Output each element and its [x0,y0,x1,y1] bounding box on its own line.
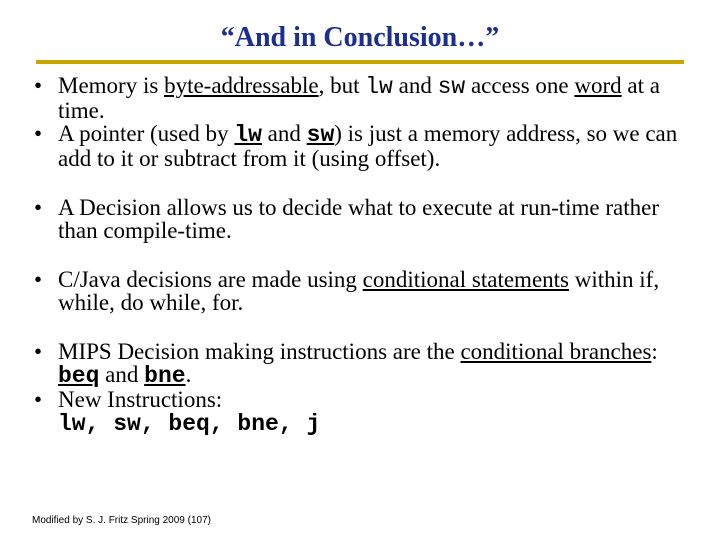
text: A Decision allows us to decide what to e… [58,195,659,243]
bullet-3: A Decision allows us to decide what to e… [28,196,692,242]
code-sw: sw [438,74,466,100]
spacer [28,242,692,268]
code-lw: lw [234,122,262,148]
code-lw: lw [365,74,393,100]
bullet-1: Memory is byte-addressable, but lw and s… [28,74,692,122]
text: and [393,73,438,98]
text: Memory is [58,73,164,98]
bullet-5: MIPS Decision making instructions are th… [28,340,692,388]
spacer [28,170,692,196]
bullet-list: Memory is byte-addressable, but lw and s… [28,74,692,436]
divider-rule [36,60,684,64]
slide: “And in Conclusion…” Memory is byte-addr… [0,0,720,540]
code-instruction-list: lw, sw, beq, bne, j [58,411,692,436]
text: , but [319,73,366,98]
text: and [99,362,144,387]
code-bne: bne [144,363,185,389]
rule-wrap [36,60,684,64]
spacer [28,314,692,340]
bullet-2: A pointer (used by lw and sw) is just a … [28,122,692,170]
text: access one [465,73,574,98]
code-sw: sw [307,122,335,148]
underline-conditional-branches: conditional branches [460,339,651,364]
underline-word: word [574,73,621,98]
bullet-6: New Instructions: lw, sw, beq, bne, j [28,388,692,436]
text: C/Java decisions are made using [58,267,363,292]
slide-title: “And in Conclusion…” [28,22,692,54]
text: . [186,362,192,387]
text: MIPS Decision making instructions are th… [58,339,460,364]
text: A pointer (used by [58,121,234,146]
text: : [651,339,657,364]
underline-byte-addressable: byte-addressable [164,73,319,98]
bullet-4: C/Java decisions are made using conditio… [28,268,692,314]
text: New Instructions: [58,387,222,412]
text: and [262,121,307,146]
footer-credit: Modified by S. J. Fritz Spring 2009 (107… [32,515,211,526]
underline-conditional-statements: conditional statements [363,267,569,292]
code-beq: beq [58,363,99,389]
